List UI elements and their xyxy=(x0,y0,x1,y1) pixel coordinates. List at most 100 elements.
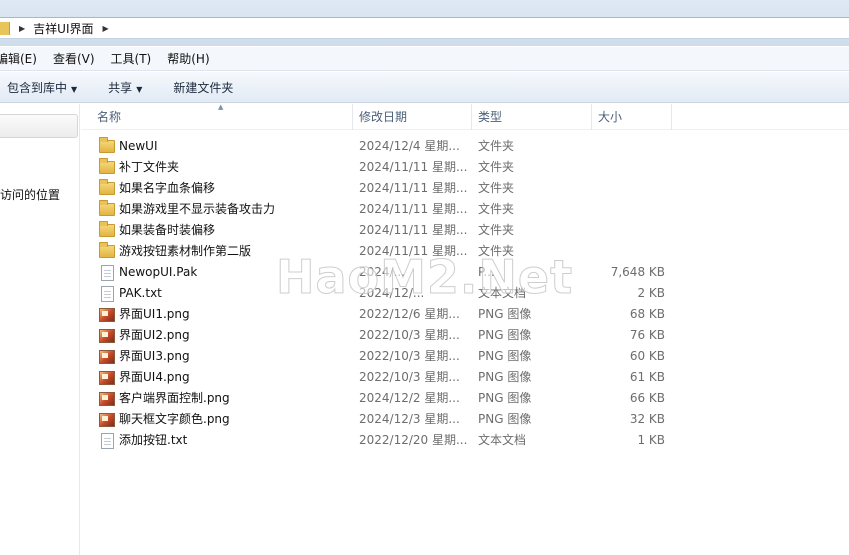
menu-edit[interactable]: 编辑(E) xyxy=(0,50,37,67)
file-date: 2024/12/2 星期... xyxy=(359,391,460,405)
include-in-library-button[interactable]: 包含到库中 ▼ xyxy=(7,79,77,96)
file-date: 2022/12/20 星期... xyxy=(359,433,468,447)
file-row[interactable]: NewUI 2024/12/4 星期... 文件夹 xyxy=(81,136,849,157)
folder-icon xyxy=(99,200,115,216)
nav-item-recent-places[interactable]: 访问的位置 xyxy=(0,186,60,203)
file-row[interactable]: 如果名字血条偏移 2024/11/11 星期... 文件夹 xyxy=(81,178,849,199)
address-bar: ▶ 吉祥UI界面 ▶ xyxy=(0,0,849,46)
file-size: 66 KB xyxy=(629,391,665,405)
chevron-right-icon[interactable]: ▶ xyxy=(19,24,25,33)
file-date: 2022/12/6 星期... xyxy=(359,307,460,321)
file-type: 文件夹 xyxy=(478,181,515,195)
file-name[interactable]: 添加按钮.txt xyxy=(119,430,187,451)
folder-icon xyxy=(99,242,115,258)
file-type: 文件夹 xyxy=(478,202,515,216)
file-row[interactable]: 界面UI4.png 2022/10/3 星期... PNG 图像 61 KB xyxy=(81,367,849,388)
file-name[interactable]: NewUI xyxy=(119,136,158,157)
file-type: PNG 图像 xyxy=(478,328,532,342)
file-name[interactable]: 界面UI4.png xyxy=(119,367,190,388)
file-date: 2022/10/3 星期... xyxy=(359,328,460,342)
command-bar: 包含到库中 ▼ 共享 ▼ 新建文件夹 xyxy=(0,72,849,103)
file-name[interactable]: 补丁文件夹 xyxy=(119,157,179,178)
menu-tools[interactable]: 工具(T) xyxy=(111,50,152,67)
file-size xyxy=(593,220,665,241)
file-type: 文件夹 xyxy=(478,139,515,153)
column-header-size[interactable]: 大小 xyxy=(592,104,672,130)
file-date: 2024/12/3 星期... xyxy=(359,412,460,426)
address-box[interactable]: ▶ 吉祥UI界面 ▶ xyxy=(0,17,849,39)
file-size: 76 KB xyxy=(629,328,665,342)
file-size: 60 KB xyxy=(629,349,665,363)
file-row[interactable]: 补丁文件夹 2024/11/11 星期... 文件夹 xyxy=(81,157,849,178)
chevron-right-icon[interactable]: ▶ xyxy=(102,24,108,33)
file-name[interactable]: 如果游戏里不显示装备攻击力 xyxy=(119,199,275,220)
column-header-type[interactable]: 类型 xyxy=(472,104,592,130)
image-file-icon xyxy=(99,329,115,343)
file-name[interactable]: 界面UI2.png xyxy=(119,325,190,346)
file-size: 61 KB xyxy=(629,370,665,384)
file-size: 2 KB xyxy=(637,286,665,300)
file-date: 2024/11/11 星期... xyxy=(359,160,468,174)
image-file-icon xyxy=(99,350,115,364)
image-file-icon xyxy=(99,413,115,427)
file-name[interactable]: 如果名字血条偏移 xyxy=(119,178,215,199)
file-date: 2024/11/11 星期... xyxy=(359,181,468,195)
file-size xyxy=(593,178,665,199)
nav-top-item[interactable] xyxy=(0,114,78,138)
column-header-name[interactable]: 名称 xyxy=(81,104,353,130)
folder-icon xyxy=(99,179,115,195)
folder-icon xyxy=(99,137,115,153)
text-file-icon xyxy=(101,286,114,302)
image-file-icon xyxy=(99,371,115,385)
file-size: 7,648 KB xyxy=(610,265,665,279)
file-name[interactable]: NewopUI.Pak xyxy=(119,262,197,283)
file-row[interactable]: 如果装备时装偏移 2024/11/11 星期... 文件夹 xyxy=(81,220,849,241)
file-row[interactable]: 聊天框文字颜色.png 2024/12/3 星期... PNG 图像 32 KB xyxy=(81,409,849,430)
file-row[interactable]: 界面UI3.png 2022/10/3 星期... PNG 图像 60 KB xyxy=(81,346,849,367)
text-file-icon xyxy=(101,433,114,449)
folder-icon xyxy=(99,221,115,237)
navigation-pane: 访问的位置 xyxy=(0,104,80,555)
column-headers: ▲ 名称 修改日期 类型 大小 xyxy=(81,103,849,130)
file-date: 2024/12/4 星期... xyxy=(359,139,460,153)
file-date: 2022/10/3 星期... xyxy=(359,349,460,363)
file-size: 68 KB xyxy=(629,307,665,321)
file-size xyxy=(593,157,665,178)
file-name[interactable]: 游戏按钮素材制作第二版 xyxy=(119,241,251,262)
folder-icon xyxy=(99,158,115,174)
include-in-library-label: 包含到库中 xyxy=(7,80,68,95)
folder-icon xyxy=(0,21,10,35)
file-size xyxy=(593,199,665,220)
file-name[interactable]: PAK.txt xyxy=(119,283,162,304)
watermark: HaoM2.Net xyxy=(275,250,574,305)
file-type: PNG 图像 xyxy=(478,412,532,426)
file-name[interactable]: 界面UI1.png xyxy=(119,304,190,325)
file-name[interactable]: 如果装备时装偏移 xyxy=(119,220,215,241)
file-row[interactable]: 客户端界面控制.png 2024/12/2 星期... PNG 图像 66 KB xyxy=(81,388,849,409)
column-header-date[interactable]: 修改日期 xyxy=(353,104,472,130)
file-size xyxy=(593,136,665,157)
caret-down-icon: ▼ xyxy=(136,84,143,94)
file-name[interactable]: 界面UI3.png xyxy=(119,346,190,367)
file-name[interactable]: 客户端界面控制.png xyxy=(119,388,230,409)
file-name[interactable]: 聊天框文字颜色.png xyxy=(119,409,230,430)
file-row[interactable]: 如果游戏里不显示装备攻击力 2024/11/11 星期... 文件夹 xyxy=(81,199,849,220)
menu-help[interactable]: 帮助(H) xyxy=(167,50,209,67)
share-button[interactable]: 共享 ▼ xyxy=(108,79,142,96)
file-type: 文件夹 xyxy=(478,223,515,237)
file-date: 2024/11/11 星期... xyxy=(359,223,468,237)
new-folder-button[interactable]: 新建文件夹 xyxy=(173,79,233,96)
file-row[interactable]: 界面UI1.png 2022/12/6 星期... PNG 图像 68 KB xyxy=(81,304,849,325)
breadcrumb-current[interactable]: 吉祥UI界面 xyxy=(33,20,93,37)
file-row[interactable]: 添加按钮.txt 2022/12/20 星期... 文本文档 1 KB xyxy=(81,430,849,451)
file-type: PNG 图像 xyxy=(478,370,532,384)
file-size xyxy=(593,241,665,262)
image-file-icon xyxy=(99,308,115,322)
menu-view[interactable]: 查看(V) xyxy=(53,50,95,67)
file-date: 2022/10/3 星期... xyxy=(359,370,460,384)
file-type: PNG 图像 xyxy=(478,349,532,363)
caret-down-icon: ▼ xyxy=(71,84,78,94)
file-row[interactable]: 界面UI2.png 2022/10/3 星期... PNG 图像 76 KB xyxy=(81,325,849,346)
file-icon xyxy=(101,265,114,281)
file-type: 文本文档 xyxy=(478,433,527,447)
